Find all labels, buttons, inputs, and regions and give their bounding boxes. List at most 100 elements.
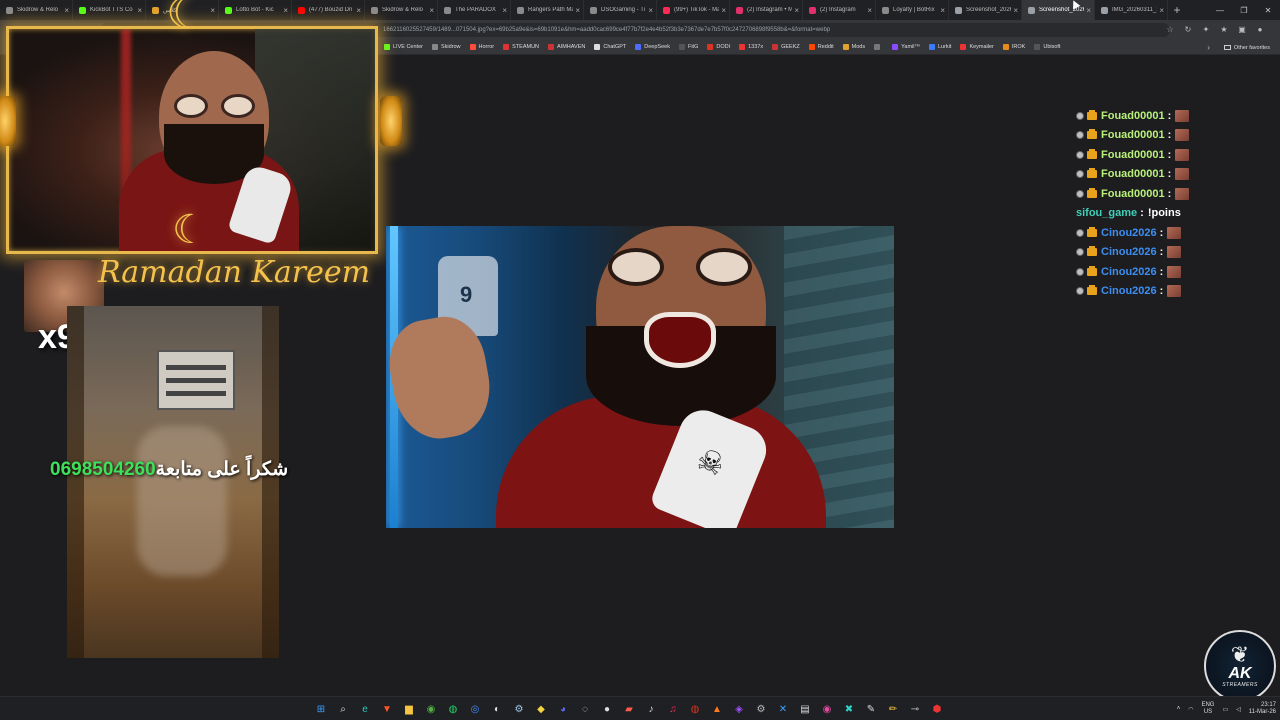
bookmark-item[interactable]: DeepSeek xyxy=(635,44,670,50)
maps-icon[interactable]: ✖ xyxy=(841,701,857,717)
minimize-button[interactable]: — xyxy=(1208,0,1232,20)
close-window-button[interactable]: ✕ xyxy=(1256,0,1280,20)
file-explorer-icon[interactable]: ▆ xyxy=(401,701,417,717)
obs-icon[interactable]: ◐ xyxy=(489,701,505,717)
bookmark-item[interactable] xyxy=(874,44,883,50)
pencil-icon[interactable]: ✏ xyxy=(885,701,901,717)
chat-username[interactable]: sifou_game xyxy=(1076,207,1137,219)
browser-tab[interactable]: (2) Instagram • M × xyxy=(730,0,803,20)
favorite-star-icon[interactable]: ☆ xyxy=(1164,22,1176,36)
tab-close-icon[interactable]: × xyxy=(721,6,726,15)
tab-close-icon[interactable]: × xyxy=(648,6,653,15)
bookmark-item[interactable]: Mods xyxy=(842,44,865,50)
bookmark-item[interactable]: GEEKZ xyxy=(772,44,800,50)
search-icon[interactable]: ⌕ xyxy=(335,701,351,717)
tab-close-icon[interactable]: × xyxy=(283,6,288,15)
tab-close-icon[interactable]: × xyxy=(356,6,361,15)
terminal-icon[interactable]: ▤ xyxy=(797,701,813,717)
tab-close-icon[interactable]: × xyxy=(210,6,215,15)
tab-close-icon[interactable]: × xyxy=(1013,6,1018,15)
bookmark-item[interactable]: Ubisoft xyxy=(1034,44,1060,50)
bookmark-item[interactable]: LIVE Center xyxy=(384,44,423,50)
tab-close-icon[interactable]: × xyxy=(429,6,434,15)
kick-icon[interactable]: ⬢ xyxy=(929,701,945,717)
bookmark-item[interactable]: Keymailer xyxy=(960,44,994,50)
network-icon[interactable]: ▭ xyxy=(1222,706,1228,713)
refresh-icon[interactable]: ↻ xyxy=(1182,22,1194,36)
chevron-up-icon[interactable]: ˄ xyxy=(1177,706,1181,712)
bookmark-item[interactable]: Skidrow xyxy=(431,44,461,50)
tab-close-icon[interactable]: × xyxy=(64,6,69,15)
browser-tab[interactable]: Skidrow & Relo × xyxy=(0,0,73,20)
bookmark-item[interactable]: FitG xyxy=(678,44,698,50)
bookmark-item[interactable]: Yamil™ xyxy=(892,44,920,50)
browser-tab[interactable]: (477) Bouzid Dri × xyxy=(292,0,365,20)
pen-icon[interactable]: ✎ xyxy=(863,701,879,717)
tab-close-icon[interactable]: × xyxy=(502,6,507,15)
chat-username[interactable]: Cinou2026 xyxy=(1101,266,1157,278)
bookmark-item[interactable]: STEAMUN xyxy=(503,44,539,50)
tab-close-icon[interactable]: × xyxy=(1086,6,1091,15)
tab-close-icon[interactable]: × xyxy=(867,6,872,15)
record-icon[interactable]: ◍ xyxy=(687,701,703,717)
app-icon[interactable]: ◉ xyxy=(819,701,835,717)
tiktok-icon[interactable]: ♫ xyxy=(665,701,681,717)
vscode-icon[interactable]: ✕ xyxy=(775,701,791,717)
favorites-icon[interactable]: ★ xyxy=(1218,22,1230,36)
browser-tab[interactable]: (99+) TikTok - Ma × xyxy=(657,0,730,20)
link-icon[interactable]: ⊸ xyxy=(907,701,923,717)
chat-username[interactable]: Fouad00001 xyxy=(1101,129,1165,141)
browser-tab[interactable]: DSOGaming - Ti × xyxy=(584,0,657,20)
browser-tab[interactable]: IMG_20260311_1 × xyxy=(1095,0,1168,20)
xbox-icon[interactable]: ◉ xyxy=(423,701,439,717)
tab-close-icon[interactable]: × xyxy=(575,6,580,15)
chat-username[interactable]: Fouad00001 xyxy=(1101,149,1165,161)
brave-icon[interactable]: ▼ xyxy=(379,701,395,717)
whatsapp-icon[interactable]: ◍ xyxy=(445,701,461,717)
browser-icon[interactable]: ◎ xyxy=(467,701,483,717)
chrome-icon[interactable]: ◌ xyxy=(577,701,593,717)
bookmark-item[interactable]: 1337x xyxy=(739,44,763,50)
browser-tab[interactable]: Lotto Bot - Kic × xyxy=(219,0,292,20)
new-tab-button[interactable]: + xyxy=(1168,0,1186,20)
browser-tab[interactable]: Screenshot_2026 × xyxy=(949,0,1022,20)
tab-close-icon[interactable]: × xyxy=(794,6,799,15)
steam-icon[interactable]: ⚙ xyxy=(511,701,527,717)
bookmark-item[interactable]: ChatGPT xyxy=(594,44,626,50)
browser-tab[interactable]: KickBot TTS Co × xyxy=(73,0,146,20)
lang-switch[interactable]: ENG US xyxy=(1201,702,1214,716)
maximize-button[interactable]: ❐ xyxy=(1232,0,1256,20)
bookmark-item[interactable]: Lurkit xyxy=(928,44,951,50)
capture-icon[interactable]: ▰ xyxy=(621,701,637,717)
browser-tab[interactable]: Loyalty | BotRix × xyxy=(876,0,949,20)
bookmark-item[interactable]: IROK xyxy=(1002,44,1025,50)
tab-close-icon[interactable]: × xyxy=(1159,6,1164,15)
bookmark-item[interactable]: Reddit xyxy=(808,44,834,50)
bookmark-item[interactable]: DODI xyxy=(707,44,730,50)
profile-avatar-icon[interactable]: ● xyxy=(1254,22,1266,36)
bookmark-item[interactable]: Horror xyxy=(469,44,494,50)
collections-icon[interactable]: ▣ xyxy=(1236,22,1248,36)
browser-tab[interactable]: Skidrow & Relo × xyxy=(365,0,438,20)
bookmark-item[interactable]: AIMHAVEN xyxy=(548,44,585,50)
edge-icon[interactable]: e xyxy=(357,701,373,717)
tab-close-icon[interactable]: × xyxy=(137,6,142,15)
music-icon[interactable]: ♪ xyxy=(643,701,659,717)
chat-username[interactable]: Fouad00001 xyxy=(1101,168,1165,180)
folder-icon[interactable]: ◆ xyxy=(533,701,549,717)
settings-icon[interactable]: ⚙ xyxy=(753,701,769,717)
chat-username[interactable]: Cinou2026 xyxy=(1101,285,1157,297)
wifi-icon[interactable]: ◠ xyxy=(1188,706,1193,713)
extensions-icon[interactable]: ✦ xyxy=(1200,22,1212,36)
chat-username[interactable]: Cinou2026 xyxy=(1101,246,1157,258)
tab-close-icon[interactable]: × xyxy=(940,6,945,15)
clock[interactable]: 23:17 11-Mar-26 xyxy=(1249,702,1276,716)
browser-tab[interactable]: The PARADOX × xyxy=(438,0,511,20)
browser-tab[interactable]: (2) Instagram × xyxy=(803,0,876,20)
vpn-icon[interactable]: ◈ xyxy=(731,701,747,717)
windows-start-icon[interactable]: ⊞ xyxy=(313,701,329,717)
cloud-icon[interactable]: ▲ xyxy=(709,701,725,717)
chat-username[interactable]: Fouad00001 xyxy=(1101,188,1165,200)
other-favorites[interactable]: › Other favorites xyxy=(1207,40,1270,55)
discord-icon[interactable]: ◕ xyxy=(555,701,571,717)
